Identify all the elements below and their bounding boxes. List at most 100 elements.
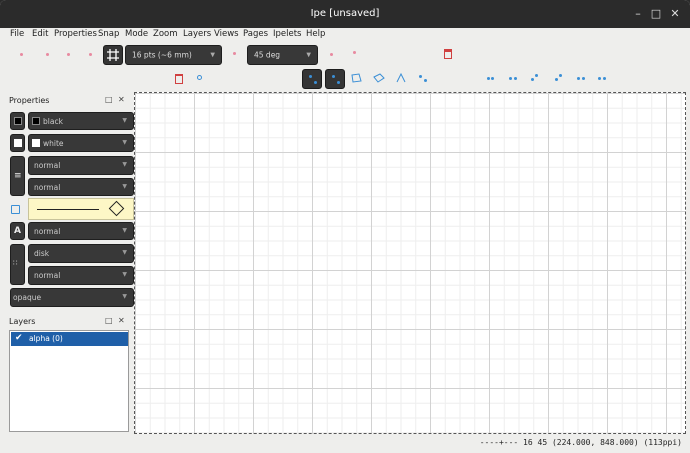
maximize-icon[interactable]: □ bbox=[648, 6, 664, 22]
arrow-preview[interactable] bbox=[28, 198, 134, 220]
grid-size-select[interactable]: 16 pts (~6 mm) ▼ bbox=[125, 45, 222, 65]
window-title: Ipe [unsaved] bbox=[310, 8, 380, 19]
graph-mode-icon[interactable] bbox=[419, 75, 422, 78]
open-icon[interactable] bbox=[46, 53, 49, 56]
angle-select[interactable]: 45 deg ▼ bbox=[247, 45, 318, 65]
opacity-value: opaque bbox=[13, 293, 42, 302]
checkbox-checked-icon[interactable]: ✔ bbox=[15, 333, 23, 343]
angle-value: 45 deg bbox=[254, 50, 281, 60]
translate-mode-button[interactable] bbox=[325, 69, 345, 89]
layer-row[interactable]: ✔ alpha (0) bbox=[11, 332, 128, 346]
properties-panel: Properties □ ✕ black ▼ white ▼ ≡ normal … bbox=[7, 92, 134, 308]
status-bar: ----+--- 16 45 (224.000, 848.000) (113pp… bbox=[0, 435, 690, 453]
translate-icon bbox=[332, 75, 335, 78]
chevron-down-icon: ▼ bbox=[122, 161, 127, 168]
arc-tool-icon[interactable] bbox=[577, 77, 580, 80]
stretch-mode-icon[interactable] bbox=[373, 73, 385, 83]
rotate-mode-icon[interactable] bbox=[350, 73, 362, 83]
chevron-down-icon: ▼ bbox=[306, 51, 311, 59]
menu-zoom[interactable]: Zoom bbox=[153, 29, 178, 39]
chevron-down-icon: ▼ bbox=[122, 271, 127, 278]
layers-panel: Layers □ ✕ ✔ alpha (0) bbox=[7, 313, 131, 433]
menu-layers[interactable]: Layers bbox=[183, 29, 211, 39]
mark-tool-icon[interactable] bbox=[487, 77, 490, 80]
menu-help[interactable]: Help bbox=[306, 29, 325, 39]
ipe-window: Ipe [unsaved] – □ ✕ File Edit Properties… bbox=[0, 0, 690, 453]
rectangle-tool-icon-dot bbox=[514, 77, 517, 80]
menu-snap[interactable]: Snap bbox=[98, 29, 119, 39]
menu-edit[interactable]: Edit bbox=[32, 29, 48, 39]
properties-title: Properties bbox=[9, 96, 50, 105]
symbol-icon: ∷ bbox=[13, 259, 18, 267]
fill-color-button[interactable] bbox=[10, 134, 25, 152]
float-icon[interactable]: □ bbox=[105, 316, 113, 325]
saveas-icon[interactable] bbox=[89, 53, 92, 56]
fill-swatch-icon bbox=[14, 139, 22, 147]
text-icon: A bbox=[14, 226, 21, 236]
spline-tool-icon-dot bbox=[603, 77, 606, 80]
close-panel-icon[interactable]: ✕ bbox=[118, 95, 125, 104]
menu-pages[interactable]: Pages bbox=[243, 29, 268, 39]
menu-bar: File Edit Properties Snap Mode Zoom Laye… bbox=[0, 28, 690, 42]
grid-size-value: 16 pts (~6 mm) bbox=[132, 50, 192, 60]
polyline-tool-icon-dot bbox=[559, 74, 562, 77]
menu-file[interactable]: File bbox=[10, 29, 24, 39]
title-bar: Ipe [unsaved] – □ ✕ bbox=[0, 0, 690, 28]
menu-mode[interactable]: Mode bbox=[125, 29, 148, 39]
symbol-size-select[interactable]: normal ▼ bbox=[28, 266, 134, 285]
save-icon[interactable] bbox=[67, 53, 70, 56]
angle-snap-icon[interactable] bbox=[233, 52, 236, 55]
line-tool-icon[interactable] bbox=[531, 78, 534, 81]
trash-icon[interactable] bbox=[175, 74, 183, 84]
pdf-icon[interactable] bbox=[444, 49, 452, 59]
line-preview bbox=[37, 209, 99, 210]
fill-color-value: white bbox=[43, 139, 64, 148]
menu-views[interactable]: Views bbox=[214, 29, 239, 39]
graph-mode-icon-dot bbox=[424, 79, 427, 82]
rectangle-tool-icon[interactable] bbox=[509, 77, 512, 80]
float-icon[interactable]: □ bbox=[105, 95, 113, 104]
stroke-color-value: black bbox=[43, 117, 63, 126]
close-icon[interactable]: ✕ bbox=[667, 6, 683, 22]
shear-mode-icon[interactable] bbox=[395, 72, 407, 84]
menu-ipelets[interactable]: Ipelets bbox=[273, 29, 301, 39]
new-icon[interactable] bbox=[20, 53, 23, 56]
symbol-button[interactable]: ∷ bbox=[10, 244, 25, 285]
chevron-down-icon: ▼ bbox=[122, 183, 127, 190]
pen-width-select[interactable]: normal ▼ bbox=[28, 156, 134, 175]
drawing-canvas[interactable] bbox=[134, 92, 686, 434]
layer-list: ✔ alpha (0) bbox=[9, 330, 129, 432]
chevron-down-icon: ▼ bbox=[122, 249, 127, 256]
text-size-select[interactable]: normal ▼ bbox=[28, 222, 134, 240]
select-icon-dot bbox=[314, 81, 317, 84]
dash-style-select[interactable]: normal ▼ bbox=[28, 178, 134, 196]
stroke-color-select[interactable]: black ▼ bbox=[28, 112, 134, 130]
symbol-select[interactable]: disk ▼ bbox=[28, 244, 134, 263]
spline-tool-icon[interactable] bbox=[598, 77, 601, 80]
layers-title: Layers bbox=[9, 317, 36, 326]
minimize-icon[interactable]: – bbox=[630, 6, 646, 22]
snap-boundary-icon[interactable] bbox=[353, 51, 356, 54]
grid-icon bbox=[107, 49, 119, 61]
stroke-color-button[interactable] bbox=[10, 112, 25, 130]
layer-name: alpha (0) bbox=[29, 334, 63, 343]
close-panel-icon[interactable]: ✕ bbox=[118, 316, 125, 325]
pen-width-value: normal bbox=[34, 161, 61, 170]
snap-vertex-icon[interactable] bbox=[330, 53, 333, 56]
opacity-select[interactable]: opaque ▼ bbox=[10, 288, 134, 307]
fill-color-select[interactable]: white ▼ bbox=[28, 134, 134, 152]
arrow-mode-icon[interactable] bbox=[11, 205, 20, 214]
circle-tool-icon[interactable] bbox=[197, 75, 202, 80]
menu-properties[interactable]: Properties bbox=[54, 29, 97, 39]
text-size-button[interactable]: A bbox=[10, 222, 25, 240]
stroke-swatch-icon bbox=[14, 117, 22, 125]
polyline-tool-icon[interactable] bbox=[555, 78, 558, 81]
chevron-down-icon: ▼ bbox=[122, 139, 127, 146]
symbol-size-value: normal bbox=[34, 271, 61, 280]
line-tool-icon-dot bbox=[535, 74, 538, 77]
grid-toggle-button[interactable] bbox=[103, 45, 123, 65]
pen-width-button[interactable]: ≡ bbox=[10, 156, 25, 196]
diamond-arrow-icon bbox=[108, 200, 125, 217]
arc-tool-icon-dot bbox=[582, 77, 585, 80]
select-mode-button[interactable] bbox=[302, 69, 322, 89]
